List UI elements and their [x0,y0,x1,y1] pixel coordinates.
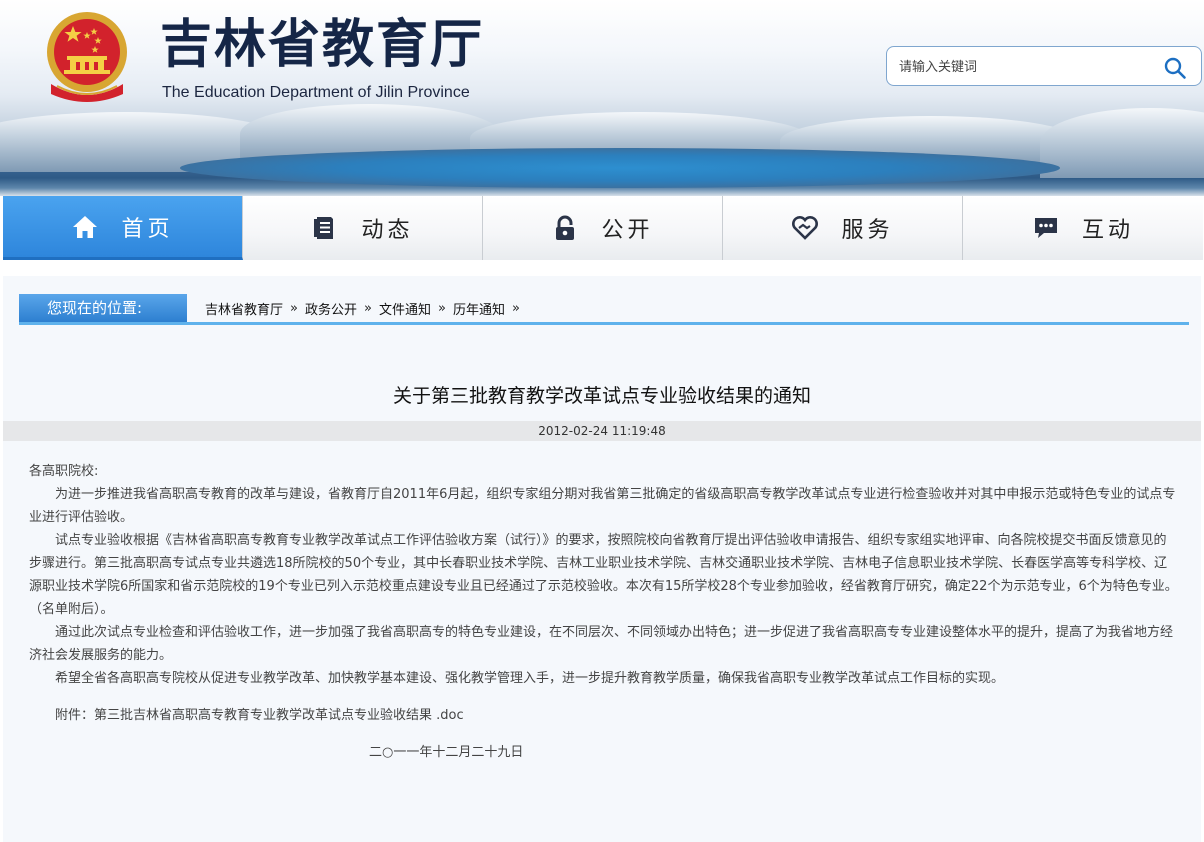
search-icon[interactable] [1163,56,1187,80]
breadcrumb-link-government[interactable]: 政务公开 [305,299,357,318]
nav-item-public[interactable]: 公开 [483,196,723,260]
banner-mountain [1040,108,1204,178]
nav-item-news[interactable]: 动态 [243,196,483,260]
nav-item-service[interactable]: 服务 [723,196,963,260]
nav-label: 公开 [601,218,654,243]
article-paragraph: 希望全省各高职高专院校从促进专业教学改革、加快教学基本建设、强化教学管理入手，进… [55,671,1005,686]
chat-icon [1034,218,1057,238]
article-salutation: 各高职院校: [29,464,99,479]
breadcrumb-separator: » [290,300,298,316]
home-icon [73,215,98,238]
breadcrumb-link-notices[interactable]: 文件通知 [379,299,431,318]
nav-label: 动态 [361,218,414,243]
search-input[interactable] [899,56,1149,78]
banner-lake [180,148,1060,188]
document-icon [314,217,334,239]
site-header: 吉林省教育厅 The Education Department of Jilin… [0,0,1204,196]
breadcrumb-separator: » [511,300,520,316]
breadcrumb-separator: » [437,300,446,316]
site-subtitle: The Education Department of Jilin Provin… [162,84,470,101]
article-attachment: 附件：第三批吉林省高职高专教育专业教学改革试点专业验收结果 .doc [29,704,1179,727]
nav-label: 首页 [121,216,174,242]
breadcrumb-separator: » [364,300,372,316]
nav-label: 服务 [841,218,894,243]
attachment-link[interactable]: 附件：第三批吉林省高职高专教育专业教学改革试点专业验收结果 .doc [55,708,464,723]
article-title: 关于第三批教育教学改革试点专业验收结果的通知 [392,385,811,407]
nav-item-interact[interactable]: 互动 [963,196,1203,260]
national-emblem-icon [47,12,127,102]
content-panel: 您现在的位置: 吉林省教育厅 » 政务公开 » 文件通知 » 历年通知 » 关于… [3,276,1201,842]
breadcrumb-link-home[interactable]: 吉林省教育厅 [205,299,283,318]
breadcrumb-link-archive[interactable]: 历年通知 [453,299,505,318]
breadcrumb-trail: 吉林省教育厅 » 政务公开 » 文件通知 » 历年通知 » [205,294,527,322]
breadcrumb: 您现在的位置: 吉林省教育厅 » 政务公开 » 文件通知 » 历年通知 » [19,294,1189,325]
article-signature-date: 二○一一年十二月二十九日 [369,745,524,760]
nav-item-home[interactable]: 首页 [3,196,243,260]
lock-icon [556,215,575,240]
site-title: 吉林省教育厅 [160,15,485,75]
article-paragraph: 试点专业验收根据《吉林省高职高专教育专业教学改革试点工作评估验收方案（试行）》的… [29,533,1178,617]
article-paragraph: 为进一步推进我省高职高专教育的改革与建设，省教育厅自2011年6月起，组织专家组… [29,487,1176,525]
nav-label: 互动 [1081,218,1134,243]
article-date: 2012-02-24 11:19:48 [3,421,1201,441]
article-paragraph: 通过此次试点专业检查和评估验收工作，进一步加强了我省高职高专的特色专业建设，在不… [29,625,1174,663]
breadcrumb-label: 您现在的位置: [19,294,187,322]
article-body: 各高职院校: 为进一步推进我省高职高专教育的改革与建设，省教育厅自2011年6月… [29,460,1179,764]
main-nav: 首页 动态 公开 服务 互动 [3,196,1203,260]
heart-handshake-icon [792,216,819,240]
search-box [886,46,1202,86]
